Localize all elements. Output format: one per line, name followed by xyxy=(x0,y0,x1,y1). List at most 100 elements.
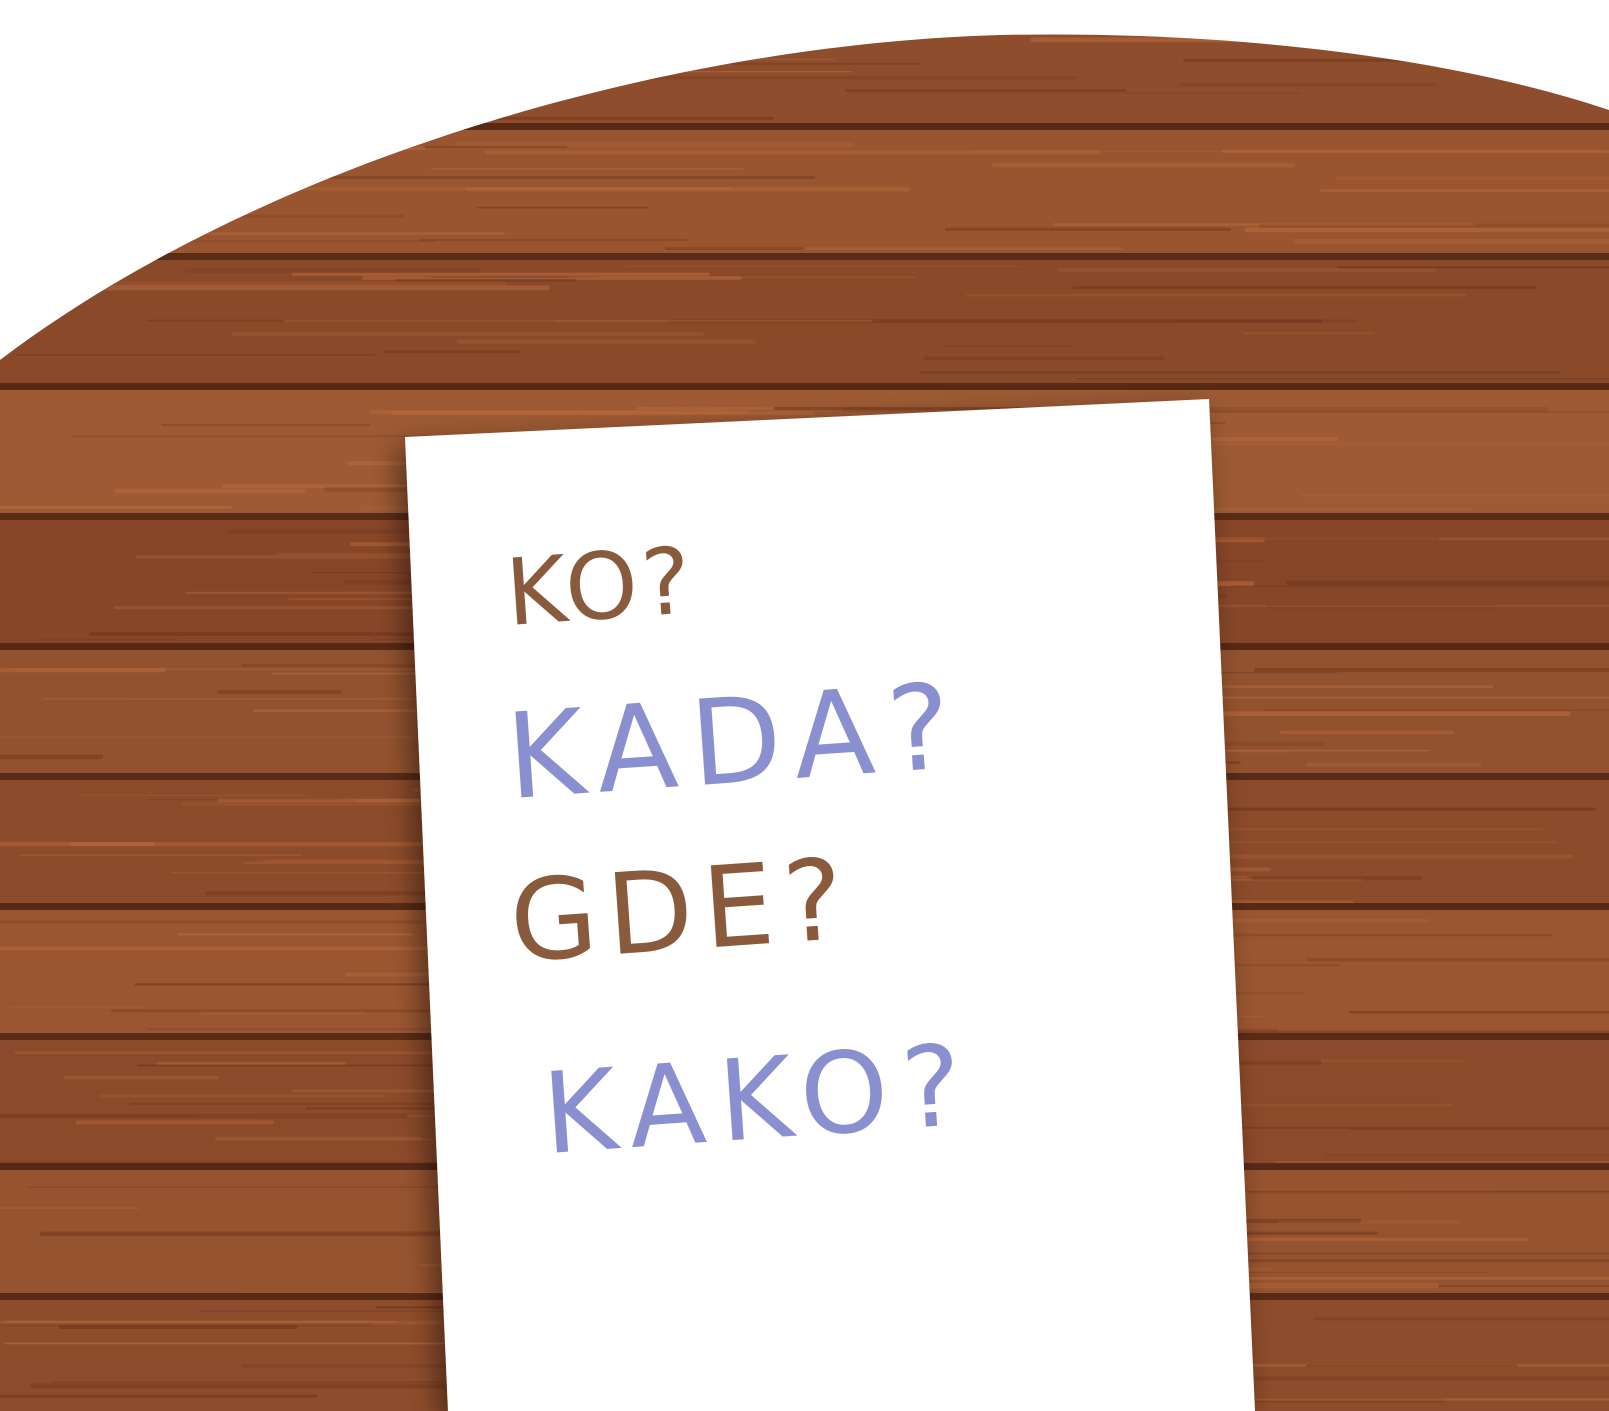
wood-grain xyxy=(1306,957,1609,962)
wood-grain xyxy=(63,1075,219,1080)
wood-grain xyxy=(0,285,550,291)
wood-grain xyxy=(1305,1364,1518,1367)
wood-grain xyxy=(178,232,505,235)
wood-grain xyxy=(1320,189,1609,192)
scene: KO? KADA? GDE? KAKO? xyxy=(0,0,1609,1411)
wood-grain xyxy=(1251,876,1422,881)
wood-grain xyxy=(1243,332,1375,335)
wood-grain xyxy=(70,842,472,847)
wood-grain xyxy=(302,109,438,112)
wood-grain xyxy=(1076,378,1609,380)
wood-plank xyxy=(0,260,1609,390)
plank-seam xyxy=(0,383,1609,390)
wood-grain xyxy=(732,62,922,65)
wood-plank xyxy=(0,34,1609,130)
wood-grain xyxy=(1313,1317,1609,1321)
plank-seam xyxy=(0,123,1609,130)
paper-sheet xyxy=(405,399,1255,1411)
wood-grain xyxy=(29,187,733,191)
wood-grain xyxy=(114,488,306,494)
wood-grain xyxy=(1230,585,1609,587)
wood-grain xyxy=(71,240,435,243)
wood-grain xyxy=(1185,537,1440,541)
wood-grain xyxy=(563,20,1256,22)
wood-grain xyxy=(136,1064,454,1067)
wood-grain xyxy=(1072,285,1537,290)
wood-grain xyxy=(1348,1128,1609,1130)
wood-grain xyxy=(0,1113,408,1119)
wood-grain xyxy=(217,690,342,694)
wood-grain xyxy=(255,176,816,179)
wood-grain xyxy=(1213,508,1472,511)
wood-grain xyxy=(1186,442,1609,446)
plank-seam xyxy=(0,253,1609,260)
wood-grain xyxy=(0,174,117,179)
wood-grain xyxy=(0,1394,318,1398)
wood-grain xyxy=(16,353,376,356)
wood-grain xyxy=(845,89,1127,92)
wood-grain xyxy=(1264,709,1609,711)
wood-grain xyxy=(485,150,1101,155)
wood-grain xyxy=(164,214,405,218)
wood-grain xyxy=(1253,667,1609,673)
wood-grain xyxy=(920,371,1561,374)
wood-grain xyxy=(1306,762,1482,767)
wood-grain xyxy=(369,409,748,415)
wood-grain xyxy=(418,239,688,242)
wood-grain xyxy=(1335,176,1609,180)
wood-grain xyxy=(1246,1190,1609,1195)
wood-grain xyxy=(1193,15,1609,18)
wood-grain xyxy=(395,279,577,282)
wood-grain xyxy=(156,145,568,148)
wood-grain xyxy=(9,1006,149,1009)
wood-grain xyxy=(664,247,807,250)
wood-grain xyxy=(99,1094,386,1098)
wood-grain xyxy=(4,1320,397,1323)
wood-grain xyxy=(30,82,451,85)
wood-grain xyxy=(231,332,704,336)
wood-grain xyxy=(1183,58,1609,62)
wood-grain xyxy=(184,268,482,274)
wood-grain xyxy=(944,227,1231,232)
wood-grain xyxy=(636,406,775,410)
wood-grain xyxy=(1285,580,1609,586)
wood-grain xyxy=(50,58,200,61)
wood-grain xyxy=(0,15,393,19)
wood-grain xyxy=(1292,238,1609,244)
wood-grain xyxy=(0,754,104,760)
wood-grain xyxy=(1185,1259,1609,1263)
wood-grain xyxy=(1301,493,1609,497)
wood-grain xyxy=(1173,319,1358,323)
wood-grain xyxy=(0,1323,374,1327)
wood-grain xyxy=(110,1009,441,1013)
wooden-table xyxy=(0,7,1609,1411)
wood-grain xyxy=(501,75,1078,80)
wood-grain xyxy=(430,168,744,170)
wood-grain xyxy=(1200,1276,1609,1280)
wood-grain xyxy=(1261,15,1524,20)
wood-grain xyxy=(1324,1154,1609,1157)
wood-grain xyxy=(625,71,852,73)
wood-grain xyxy=(567,276,916,278)
wood-grain xyxy=(1279,730,1454,735)
wood-grain xyxy=(0,506,233,509)
wood-grain xyxy=(50,1381,446,1384)
wood-grain xyxy=(847,92,1300,94)
wood-grain xyxy=(1058,267,1436,272)
wood-grain xyxy=(1194,696,1609,699)
wood-grain xyxy=(625,266,1021,268)
wood-grain xyxy=(441,7,912,10)
wood-grain xyxy=(1015,7,1406,11)
wood-grain xyxy=(326,83,549,89)
wood-grain xyxy=(283,319,873,322)
wood-grain xyxy=(456,339,756,344)
wood-grain xyxy=(489,34,1022,35)
wood-grain xyxy=(19,16,251,18)
wood-grain xyxy=(966,293,1467,297)
wood-grain xyxy=(476,206,649,209)
wood-grain xyxy=(802,247,1123,250)
wood-grain xyxy=(1030,37,1609,43)
wood-grain xyxy=(1277,1220,1461,1224)
wood-grain xyxy=(923,356,1165,361)
wood-grain xyxy=(398,69,611,74)
